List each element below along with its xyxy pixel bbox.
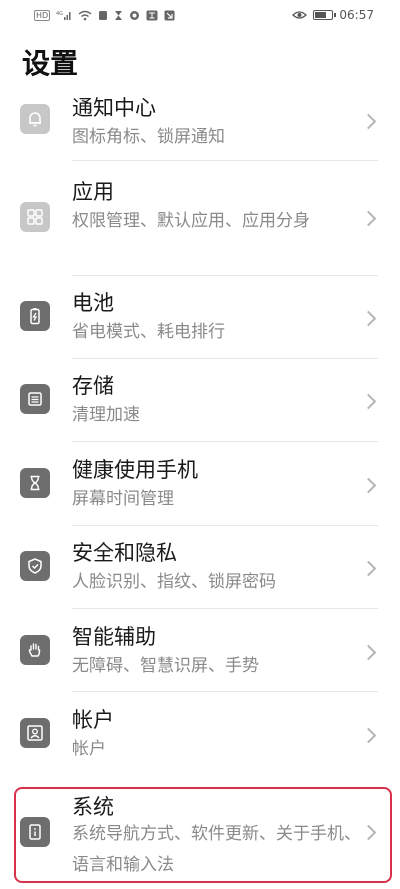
settings-item-battery[interactable]: 电池 省电模式、耗电排行 bbox=[0, 283, 400, 355]
hourglass-icon bbox=[20, 468, 50, 498]
item-title: 安全和隐私 bbox=[72, 541, 177, 565]
item-subtitle: 屏幕时间管理 bbox=[72, 489, 174, 509]
item-title: 应用 bbox=[72, 180, 114, 204]
wifi-icon bbox=[78, 10, 92, 21]
status-bar-left: HD 4G bbox=[34, 9, 175, 21]
bell-icon bbox=[20, 104, 50, 134]
item-title: 智能辅助 bbox=[72, 625, 156, 649]
divider bbox=[72, 608, 378, 609]
settings-item-accounts[interactable]: 帐户 帐户 bbox=[0, 700, 400, 772]
item-subtitle: 省电模式、耗电排行 bbox=[72, 322, 225, 342]
eye-comfort-icon bbox=[292, 10, 308, 20]
chevron-right-icon bbox=[360, 310, 377, 327]
hd-icon: HD bbox=[34, 9, 51, 21]
battery-fill bbox=[315, 12, 327, 18]
settings-item-security-privacy[interactable]: 安全和隐私 人脸识别、指纹、锁屏密码 bbox=[0, 533, 400, 605]
divider bbox=[72, 441, 378, 442]
item-subtitle: 无障碍、智慧识屏、手势 bbox=[72, 656, 259, 676]
item-subtitle: 清理加速 bbox=[72, 405, 140, 425]
sync-icon bbox=[129, 10, 140, 21]
shield-icon bbox=[20, 551, 50, 581]
status-bar-right: 06:57 bbox=[292, 8, 374, 22]
item-subtitle: 人脸识别、指纹、锁屏密码 bbox=[72, 572, 276, 592]
download-icon bbox=[164, 10, 175, 21]
nfc-icon bbox=[98, 10, 108, 21]
settings-item-notification-center[interactable]: 通知中心 图标角标、锁屏通知 bbox=[0, 92, 400, 160]
page-title: 设置 bbox=[22, 47, 79, 80]
chevron-right-icon bbox=[360, 113, 377, 130]
chevron-right-icon bbox=[360, 393, 377, 410]
hourglass-icon bbox=[114, 10, 123, 21]
chevron-right-icon bbox=[360, 644, 377, 661]
chevron-right-icon bbox=[360, 560, 377, 577]
divider bbox=[72, 275, 378, 276]
chevron-right-icon bbox=[360, 210, 377, 227]
divider bbox=[72, 358, 378, 359]
translate-icon bbox=[146, 10, 158, 21]
item-title: 电池 bbox=[72, 291, 114, 315]
divider bbox=[72, 160, 378, 161]
settings-item-storage[interactable]: 存储 清理加速 bbox=[0, 366, 400, 438]
status-bar: HD 4G 06:57 bbox=[0, 0, 400, 30]
item-title: 存储 bbox=[72, 374, 114, 398]
item-title: 通知中心 bbox=[72, 96, 156, 120]
settings-item-smart-assistance[interactable]: 智能辅助 无障碍、智慧识屏、手势 bbox=[0, 617, 400, 689]
chevron-right-icon bbox=[360, 477, 377, 494]
signal-icon: 4G bbox=[56, 10, 72, 21]
divider bbox=[72, 525, 378, 526]
network-type-label: 4G bbox=[56, 11, 63, 17]
settings-item-apps[interactable]: 应用 权限管理、默认应用、应用分身 bbox=[0, 172, 400, 272]
storage-icon bbox=[20, 384, 50, 414]
account-icon bbox=[20, 718, 50, 748]
item-subtitle: 图标角标、锁屏通知 bbox=[72, 127, 225, 147]
apps-grid-icon bbox=[20, 202, 50, 232]
selection-highlight bbox=[14, 787, 392, 883]
item-subtitle: 权限管理、默认应用、应用分身 bbox=[72, 211, 310, 231]
clock: 06:57 bbox=[339, 8, 374, 22]
hand-icon bbox=[20, 635, 50, 665]
battery-icon bbox=[20, 301, 50, 331]
item-subtitle: 帐户 bbox=[72, 739, 106, 759]
item-title: 健康使用手机 bbox=[72, 458, 198, 482]
divider bbox=[72, 691, 378, 692]
item-title: 帐户 bbox=[72, 708, 114, 732]
chevron-right-icon bbox=[360, 727, 377, 744]
battery-indicator bbox=[313, 10, 337, 20]
settings-item-digital-balance[interactable]: 健康使用手机 屏幕时间管理 bbox=[0, 450, 400, 522]
